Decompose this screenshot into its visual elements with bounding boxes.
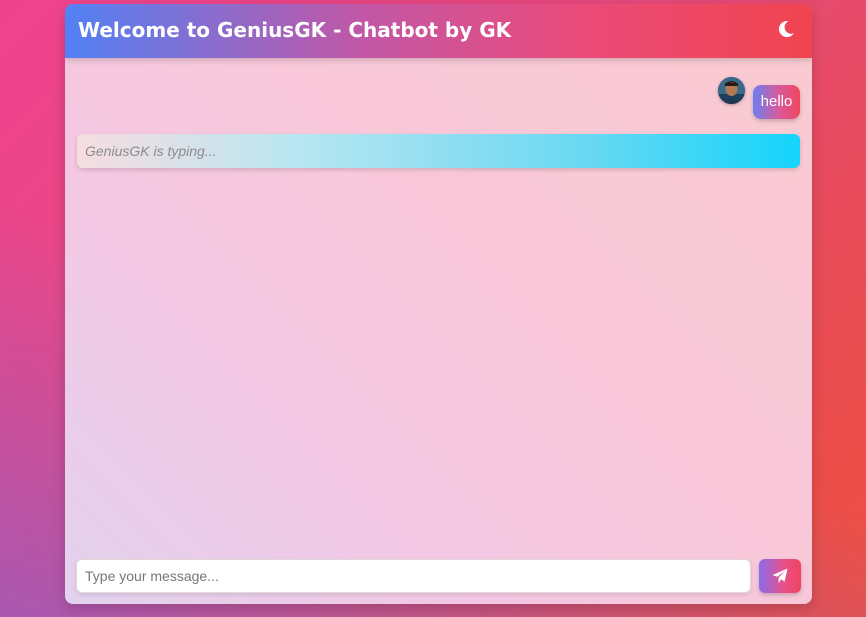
chat-window: Welcome to GeniusGK - Chatbot by GK hell… (65, 4, 812, 604)
message-input[interactable] (76, 559, 751, 593)
send-button[interactable] (759, 559, 801, 593)
message-list: hello GeniusGK is typing... (65, 58, 812, 548)
composer (65, 548, 812, 604)
moon-icon (778, 21, 794, 38)
theme-toggle-button[interactable] (776, 19, 796, 39)
typing-indicator: GeniusGK is typing... (77, 134, 800, 168)
chat-header: Welcome to GeniusGK - Chatbot by GK (65, 4, 812, 58)
user-message-bubble: hello (753, 85, 800, 119)
typing-indicator-text: GeniusGK is typing... (85, 143, 217, 159)
page-title: Welcome to GeniusGK - Chatbot by GK (78, 18, 512, 42)
user-avatar (718, 77, 745, 104)
paper-plane-icon (772, 568, 788, 584)
